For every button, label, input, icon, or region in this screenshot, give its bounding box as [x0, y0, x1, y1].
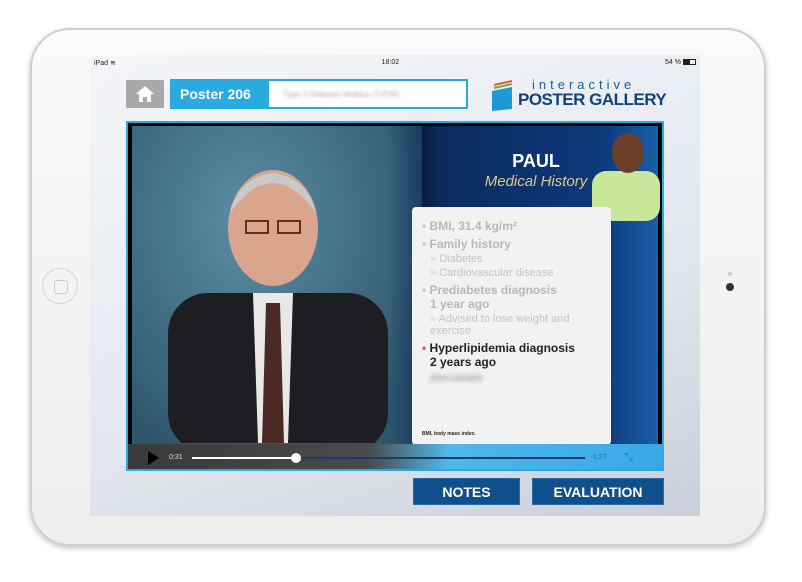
history-item: Family history	[422, 237, 601, 251]
video-player[interactable]: PAUL Medical History BMI, 31.4 kg/m² Fam…	[126, 121, 664, 471]
history-item: BMI, 31.4 kg/m²	[422, 219, 601, 233]
seek-slider[interactable]	[191, 452, 585, 463]
footnote: BMI, body mass index.	[422, 431, 476, 437]
device-label: iPad	[94, 59, 109, 67]
home-icon	[136, 86, 154, 102]
history-item-detail: 2 years ago	[430, 355, 497, 369]
status-bar: iPad ≋ 18:02 54 %	[90, 55, 700, 70]
camera	[726, 283, 734, 291]
history-subitem: Diabetes	[422, 253, 601, 265]
medical-history-card: BMI, 31.4 kg/m² Family history Diabetes …	[412, 207, 611, 445]
play-icon[interactable]	[148, 450, 159, 465]
video-controls: 0:31 -1:27 ⤡	[128, 444, 662, 469]
evaluation-button[interactable]: EVALUATION	[532, 478, 664, 505]
notes-button[interactable]: NOTES	[413, 478, 520, 505]
home-button[interactable]	[126, 80, 164, 108]
battery-icon	[683, 59, 696, 66]
sensor	[728, 272, 732, 276]
history-item: Hyperlipidemia diagnosis	[422, 341, 601, 355]
battery-text: 54 %	[665, 59, 681, 66]
poster-number: Poster 206	[172, 81, 269, 107]
poster-title-bar: Poster 206 Type 2 Diabetes Mellitus (T2D…	[170, 79, 468, 109]
poster-title: Type 2 Diabetes Mellitus (T2DM)	[283, 89, 400, 99]
seek-fill	[191, 456, 296, 459]
patient-name: PAUL	[512, 151, 560, 171]
presenter-image	[168, 170, 388, 443]
screen: iPad ≋ 18:02 54 % Poster 206 Type 2 Diab…	[90, 55, 700, 516]
logo: interactive POSTER GALLERY	[490, 77, 670, 111]
history-item: Prediabetes diagnosis	[422, 283, 601, 297]
seek-knob[interactable]	[290, 452, 301, 463]
clock: 18:02	[381, 59, 400, 66]
history-subitem: Advised to lose weight and exercise	[422, 313, 601, 337]
logo-book-icon	[492, 80, 513, 111]
fullscreen-icon[interactable]: ⤡	[625, 452, 633, 463]
elapsed-time: 0:31	[169, 454, 183, 461]
history-subitem: Cardiovascular disease	[422, 267, 601, 279]
ipad-home-button[interactable]	[42, 268, 78, 304]
history-item-detail: 1 year ago	[430, 297, 490, 311]
wifi-icon: ≋	[109, 59, 116, 67]
remaining-time: -1:27	[590, 454, 607, 461]
logo-text-bottom: POSTER GALLERY	[518, 90, 667, 109]
history-subitem: Atorvastatin	[430, 373, 483, 384]
